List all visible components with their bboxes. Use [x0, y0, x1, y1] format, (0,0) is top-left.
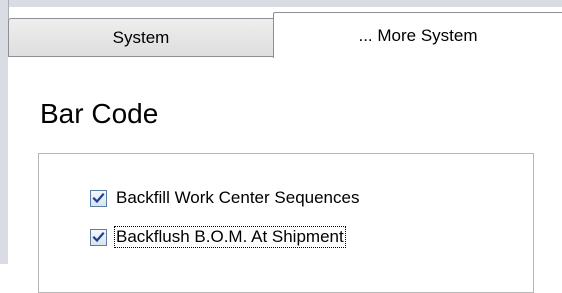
backfill-work-center-sequences-option[interactable]: Backfill Work Center Sequences: [90, 187, 360, 209]
backflush-bom-at-shipment-checkbox[interactable]: [90, 228, 107, 246]
backflush-bom-at-shipment-label: Backflush B.O.M. At Shipment: [114, 226, 346, 248]
tab-system[interactable]: System: [8, 18, 274, 56]
backfill-work-center-sequences-label: Backfill Work Center Sequences: [116, 188, 360, 207]
active-tab-joint: [274, 55, 562, 58]
window-top-edge: [0, 0, 562, 7]
tab-more-system[interactable]: ... More System: [273, 12, 562, 58]
section-title: Bar Code: [40, 98, 159, 129]
bar-code-group-box: [38, 153, 534, 293]
tab-system-label: System: [112, 27, 170, 47]
checkmark-icon: [92, 231, 105, 242]
checkmark-icon: [92, 192, 105, 203]
backflush-bom-at-shipment-option[interactable]: Backflush B.O.M. At Shipment: [90, 226, 346, 248]
backfill-work-center-sequences-checkbox[interactable]: [90, 189, 107, 207]
tab-more-system-label: ... More System: [358, 25, 478, 45]
